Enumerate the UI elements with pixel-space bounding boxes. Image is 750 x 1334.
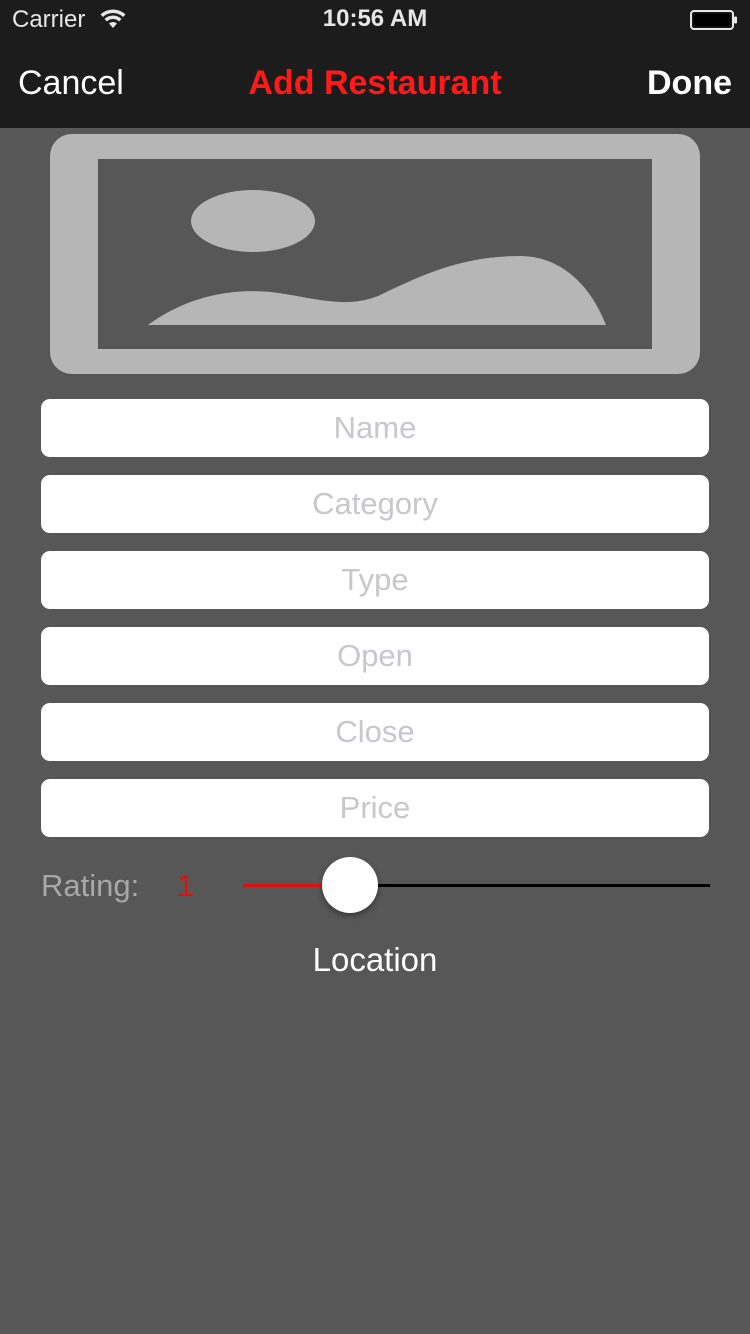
price-field[interactable]: [41, 779, 709, 837]
navigation-bar: Cancel Add Restaurant Done: [0, 40, 750, 128]
status-bar: Carrier 10:56 AM: [0, 0, 750, 40]
category-field[interactable]: [41, 475, 709, 533]
close-field[interactable]: [41, 703, 709, 761]
name-field[interactable]: [41, 399, 709, 457]
battery-icon: [690, 10, 737, 30]
done-button[interactable]: Done: [647, 64, 732, 103]
location-button[interactable]: Location: [0, 940, 750, 980]
page-title: Add Restaurant: [248, 64, 502, 102]
status-time: 10:56 AM: [322, 5, 428, 32]
rating-value: 1: [177, 868, 195, 903]
image-placeholder-icon[interactable]: [50, 134, 700, 374]
add-restaurant-screen: Carrier 10:56 AM Cancel Add Restaurant D…: [0, 0, 750, 1334]
rating-slider[interactable]: [243, 856, 710, 914]
type-field[interactable]: [41, 551, 709, 609]
slider-track-empty: [350, 884, 710, 887]
open-field[interactable]: [41, 627, 709, 685]
rating-label: Rating:: [41, 868, 140, 903]
slider-thumb[interactable]: [322, 857, 378, 913]
